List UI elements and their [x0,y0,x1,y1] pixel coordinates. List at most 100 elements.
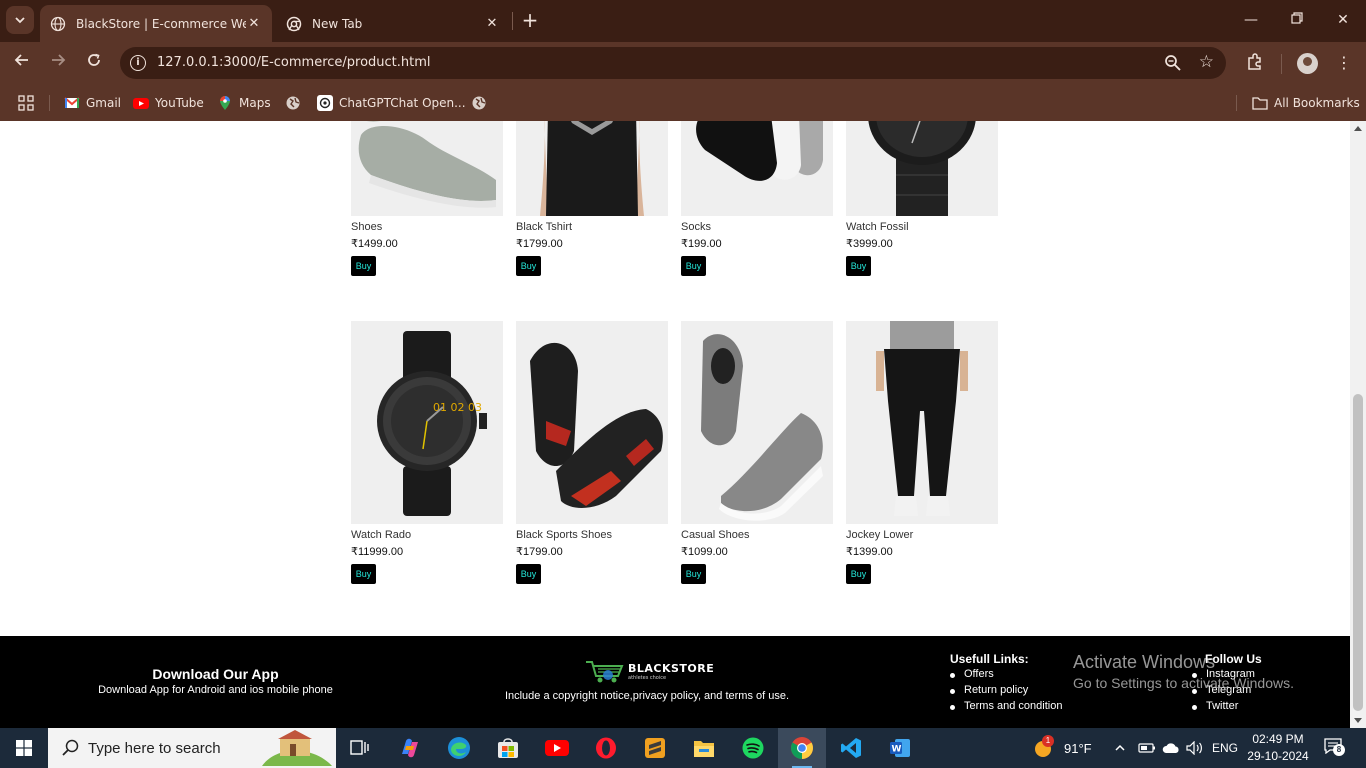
restore-icon[interactable] [1287,10,1307,30]
minimize-icon[interactable]: — [1241,10,1261,30]
bookmark-maps[interactable]: Maps [217,93,271,113]
bookmark-globe-2[interactable] [471,93,493,113]
product-name: Black Tshirt [516,221,573,233]
page-viewport: Shoes ₹1499.00 Buy Black Tshirt ₹1799.00… [0,121,1350,728]
battery-icon[interactable] [1138,728,1156,768]
vscode-icon[interactable] [827,728,875,768]
maps-icon [220,96,230,110]
tab-blackstore[interactable]: BlackStore | E-commerce Website ✕ [40,5,272,42]
clock-time: 02:49 PM [1252,732,1304,746]
window-close-icon[interactable]: ✕ [1333,10,1353,30]
scrollbar-thumb[interactable] [1353,394,1363,711]
footer-link-offers[interactable]: Offers [948,668,1062,684]
bookmark-label: Gmail [86,96,122,110]
chrome-taskbar-icon[interactable] [778,728,826,768]
tab-new-tab[interactable]: New Tab ✕ [276,5,510,42]
footer-link-twitter[interactable]: Twitter [1190,700,1255,716]
notification-center[interactable]: 8 [1324,728,1346,768]
download-app-title: Download Our App [152,666,279,682]
bookmark-globe-1[interactable] [285,93,307,113]
show-hidden-icons[interactable] [1114,728,1126,768]
taskbar-search[interactable]: Type here to search [48,728,336,768]
url-text[interactable]: 127.0.0.1:3000/E-commerce/product.html [157,55,431,70]
new-tab-plus-icon[interactable]: + [520,10,540,30]
cloud-icon[interactable] [1162,728,1180,768]
notification-count: 8 [1333,744,1345,756]
product-card: Jockey Lower ₹1399.00 Buy [846,321,998,584]
bookmark-youtube[interactable]: YouTube [133,93,204,113]
buy-button[interactable]: Buy [681,564,706,584]
more-menu-icon[interactable]: ⋮ [1334,53,1354,73]
bookmark-gmail[interactable]: Gmail [64,93,121,113]
buy-button[interactable]: Buy [516,256,541,276]
close-icon[interactable]: ✕ [246,16,262,31]
buy-button[interactable]: Buy [351,564,376,584]
browser-tab-bar: BlackStore | E-commerce Website ✕ New Ta… [0,0,1366,42]
sublime-text-icon[interactable] [631,728,679,768]
address-bar[interactable]: i 127.0.0.1:3000/E-commerce/product.html… [120,47,1226,79]
close-icon[interactable]: ✕ [484,16,500,31]
scroll-up-arrow-icon[interactable] [1354,126,1362,131]
product-price: ₹199.00 [681,238,722,250]
bookmark-star-icon[interactable]: ☆ [1199,52,1214,72]
useful-links-title: Usefull Links: [950,652,1029,666]
chrome-icon [286,16,302,31]
zoom-icon[interactable] [1164,54,1182,72]
language-indicator[interactable]: ENG [1212,728,1238,768]
apps-grid-icon[interactable] [18,93,34,113]
footer-link-terms[interactable]: Terms and condition [948,700,1062,716]
product-image-watch-rado[interactable]: 01 02 03 [351,321,503,524]
forward-arrow-icon[interactable] [46,51,70,75]
edge-icon[interactable] [435,728,483,768]
bookmark-label: Maps [239,96,271,110]
weather-sun-icon: 1 [1032,735,1054,759]
copilot-icon[interactable] [386,728,434,768]
system-clock[interactable]: 02:49 PM 29-10-2024 [1244,731,1312,765]
product-image-jockey-lower[interactable] [846,321,998,524]
file-explorer-icon[interactable] [680,728,728,768]
opera-icon[interactable] [582,728,630,768]
tab-search-button[interactable] [6,6,34,34]
product-price: ₹1399.00 [846,546,893,558]
volume-icon[interactable] [1186,728,1204,768]
task-view-icon[interactable] [336,728,384,768]
youtube-app-icon[interactable] [533,728,581,768]
bookmarks-divider [1236,95,1237,111]
buy-button[interactable]: Buy [846,256,871,276]
product-card: Black Tshirt ₹1799.00 Buy [516,121,668,276]
buy-button[interactable]: Buy [351,256,376,276]
extensions-icon[interactable] [1245,53,1265,73]
buy-button[interactable]: Buy [516,564,541,584]
product-image-black-sports-shoes[interactable] [516,321,668,524]
site-info-icon[interactable]: i [130,55,146,71]
product-image-casual-shoes[interactable] [681,321,833,524]
product-image-socks[interactable] [681,121,833,216]
buy-button[interactable]: Buy [681,256,706,276]
product-image-shoes[interactable] [351,121,503,216]
microsoft-store-icon[interactable] [484,728,532,768]
bookmarks-divider [49,95,50,111]
spotify-icon[interactable] [729,728,777,768]
weather-widget[interactable]: 1 91°F [1032,728,1092,768]
start-button[interactable] [0,728,48,768]
svg-text:W: W [892,745,902,755]
logo-text: BLACKSTORE [628,662,715,675]
page-scrollbar[interactable] [1350,121,1366,728]
weather-temperature: 91°F [1064,740,1092,756]
footer-link-return-policy[interactable]: Return policy [948,684,1062,700]
product-image-watch-fossil[interactable] [846,121,998,216]
scroll-down-arrow-icon[interactable] [1354,718,1362,723]
product-card: Socks ₹199.00 Buy [681,121,833,276]
chevron-up-icon [1115,744,1125,751]
product-image-black-tshirt[interactable] [516,121,668,216]
product-card: Shoes ₹1499.00 Buy [351,121,503,276]
reload-icon[interactable] [82,51,106,75]
all-bookmarks-button[interactable]: All Bookmarks [1252,93,1360,113]
buy-button[interactable]: Buy [846,564,871,584]
profile-avatar[interactable] [1297,53,1318,74]
back-arrow-icon[interactable] [10,51,34,75]
bookmark-chatgpt[interactable]: ChatGPTChat Open... [317,93,466,113]
logo-tagline: athletes choice [628,675,667,681]
word-icon[interactable]: W [876,728,924,768]
product-name: Socks [681,221,711,233]
